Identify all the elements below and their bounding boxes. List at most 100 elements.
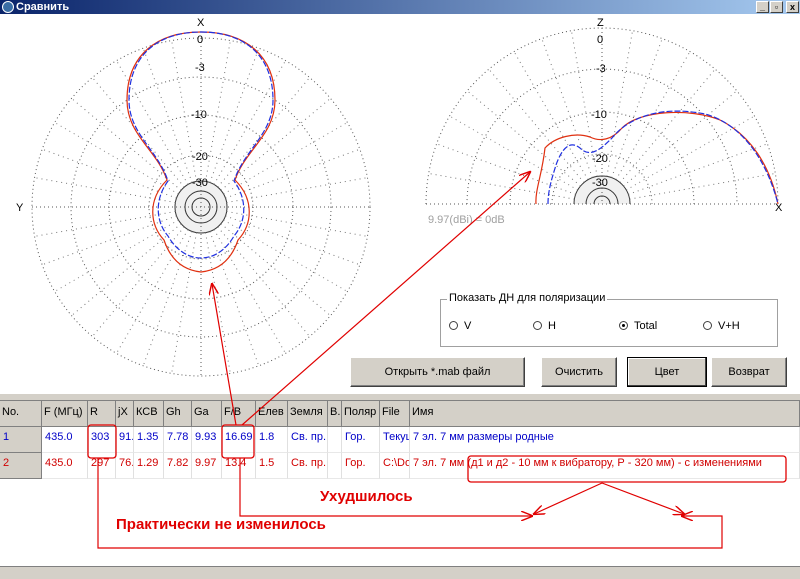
left-ring-30: -30 [192, 177, 208, 189]
grid-spoke [225, 148, 360, 199]
title-bar: Сравнить _ ▫ x [0, 0, 800, 14]
grid-spoke [91, 226, 185, 337]
table-row[interactable]: 2 435.0 297 76. 1.29 7.82 9.97 13.4 1.5 … [0, 453, 800, 479]
cell-ground: Св. пр. [288, 427, 328, 453]
cell-gh: 7.82 [164, 453, 192, 479]
col-ga[interactable]: Ga [192, 401, 222, 427]
cell-gh: 7.78 [164, 427, 192, 453]
color-button[interactable]: Цвет [627, 357, 707, 387]
col-pol[interactable]: Поляр [342, 401, 380, 427]
row-number: 2 [0, 453, 42, 479]
cell-v [328, 453, 342, 479]
right-ring-20: -20 [592, 153, 608, 165]
grid-spoke [488, 68, 585, 183]
cell-r: 303 [88, 427, 116, 453]
cell-name: 7 эл. 7 мм размеры родные [410, 427, 800, 453]
radio-v[interactable]: V [449, 320, 471, 332]
radio-vh[interactable]: V+H [703, 320, 740, 332]
app-icon [2, 1, 14, 13]
radio-dot [533, 321, 542, 330]
col-freq[interactable]: F (МГц) [42, 401, 88, 427]
col-gh[interactable]: Gh [164, 401, 192, 427]
grid-spoke [209, 48, 260, 183]
elevation-plot: Z X 0 -3 -10 -20 -30 [425, 17, 783, 214]
cell-pol: Гор. [342, 427, 380, 453]
row-number: 1 [0, 427, 42, 453]
left-top-label: X [197, 17, 205, 29]
col-no[interactable]: No. [0, 401, 42, 427]
left-ring-10: -10 [191, 109, 207, 121]
gain-note: 9.97(dBi) = 0dB [428, 214, 505, 226]
cell-ga: 9.97 [192, 453, 222, 479]
cell-ground: Св. пр. [288, 453, 328, 479]
col-ground[interactable]: Земля [288, 401, 328, 427]
right-ring-30: -30 [592, 177, 608, 189]
radio-dot [703, 321, 712, 330]
grid-spoke [625, 115, 755, 191]
cell-jx: 76. [116, 453, 134, 479]
grid-spoke [623, 90, 738, 187]
grid-spoke [71, 223, 182, 317]
left-ring-20: -20 [192, 151, 208, 163]
radio-h[interactable]: H [533, 320, 556, 332]
cell-r: 297 [88, 453, 116, 479]
grid-spoke [205, 232, 231, 374]
grid-spoke [142, 48, 193, 183]
grid-spoke [449, 115, 579, 191]
col-jx[interactable]: jX [116, 401, 134, 427]
cell-freq: 435.0 [42, 427, 88, 453]
annotation-unchanged: Практически не изменилось [116, 516, 326, 533]
cell-pol: Гор. [342, 453, 380, 479]
col-elev[interactable]: Елев [256, 401, 288, 427]
clear-button[interactable]: Очистить [541, 357, 617, 387]
radio-total-label: Total [634, 320, 658, 332]
cell-file: C:\Do [380, 453, 410, 479]
cell-ga: 9.93 [192, 427, 222, 453]
grid-spoke [225, 215, 360, 266]
compare-window: Сравнить _ ▫ x X Y 0 -3 -10 -20 -30 Z X … [0, 0, 800, 579]
window-title: Сравнить [16, 1, 70, 13]
right-side-label: X [775, 202, 783, 214]
grid-spoke [42, 215, 177, 266]
radio-h-label: H [548, 320, 556, 332]
results-table: No. F (МГц) R jX КСВ Gh Ga F/B Елев Земл… [0, 400, 800, 566]
close-button[interactable]: x [786, 1, 799, 13]
polarization-group: Показать ДН для поляризации V H Total V+… [440, 292, 778, 347]
table-header: No. F (МГц) R jX КСВ Gh Ga F/B Елев Земл… [0, 401, 800, 427]
cell-swr: 1.29 [134, 453, 164, 479]
cell-freq: 435.0 [42, 453, 88, 479]
table-row[interactable]: 1 435.0 303 91. 1.35 7.78 9.93 16.69 1.8… [0, 427, 800, 453]
grid-spoke [71, 97, 182, 191]
right-ring-3: -3 [596, 63, 606, 75]
col-name[interactable]: Имя [410, 401, 800, 427]
radio-vh-label: V+H [718, 320, 740, 332]
status-bar [0, 566, 800, 579]
right-top-label: Z [597, 17, 604, 29]
radio-v-label: V [464, 320, 472, 332]
col-swr[interactable]: КСВ [134, 401, 164, 427]
cell-fb: 16.69 [222, 427, 256, 453]
grid-spoke [220, 97, 331, 191]
left-ring-0: 0 [197, 34, 203, 46]
cell-elev: 1.8 [256, 427, 288, 453]
col-r[interactable]: R [88, 401, 116, 427]
right-ring-0: 0 [597, 34, 603, 46]
grid-spoke [220, 223, 331, 317]
open-mab-button[interactable]: Открыть *.mab файл [350, 357, 525, 387]
maximize-button[interactable]: ▫ [770, 1, 783, 13]
azimuth-plot: X Y 0 -3 -10 -20 -30 [16, 17, 371, 377]
radio-total[interactable]: Total [619, 320, 657, 332]
grid-spoke [42, 148, 177, 199]
back-button[interactable]: Возврат [711, 357, 787, 387]
col-file[interactable]: File [380, 401, 410, 427]
cell-name: 7 эл. 7 мм (д1 и д2 - 10 мм к вибратору,… [410, 453, 800, 479]
cell-v [328, 427, 342, 453]
cell-jx: 91. [116, 427, 134, 453]
minimize-button[interactable]: _ [756, 1, 769, 13]
grid-spoke [611, 38, 663, 178]
grid-spoke [217, 226, 311, 337]
grid-spoke [142, 231, 193, 366]
grid-spoke [91, 77, 185, 188]
col-fb[interactable]: F/B [222, 401, 256, 427]
col-v[interactable]: В. [328, 401, 342, 427]
